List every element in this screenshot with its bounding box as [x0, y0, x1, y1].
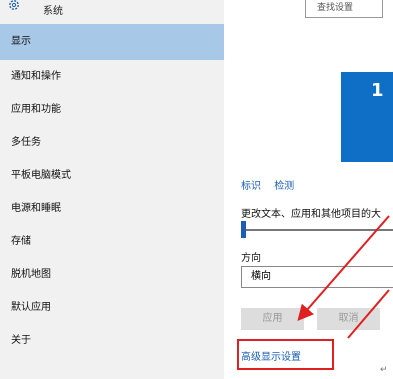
- monitor-links: 标识 检测: [241, 177, 304, 192]
- sidebar-item-tablet-mode[interactable]: 平板电脑模式: [0, 159, 224, 192]
- cancel-button[interactable]: 取消: [317, 308, 380, 330]
- monitor-number: 1: [371, 80, 384, 101]
- sidebar-item-notifications[interactable]: 通知和操作: [0, 60, 224, 93]
- sidebar-item-default-apps[interactable]: 默认应用: [0, 291, 224, 324]
- apply-button[interactable]: 应用: [241, 308, 304, 330]
- sidebar-menu: 显示 通知和操作 应用和功能 多任务 平板电脑模式 电源和睡眠 存储 脱机地图 …: [0, 24, 224, 357]
- sidebar-item-multitasking[interactable]: 多任务: [0, 126, 224, 159]
- identify-link[interactable]: 标识: [241, 181, 261, 192]
- scale-label: 更改文本、应用和其他项目的大: [241, 209, 381, 220]
- paragraph-mark: ↵: [380, 365, 388, 375]
- detect-link[interactable]: 检测: [274, 181, 294, 192]
- sidebar-item-storage[interactable]: 存储: [0, 225, 224, 258]
- sidebar-item-apps-features[interactable]: 应用和功能: [0, 93, 224, 126]
- display-settings-panel: 查找设置 1 标识 检测 更改文本、应用和其他项目的大 方向 横向 应用 取消 …: [224, 0, 393, 379]
- sidebar-item-power-sleep[interactable]: 电源和睡眠: [0, 192, 224, 225]
- orientation-label: 方向: [241, 253, 261, 264]
- advanced-display-settings-link[interactable]: 高级显示设置: [241, 348, 301, 363]
- sidebar-item-offline-maps[interactable]: 脱机地图: [0, 258, 224, 291]
- gear-icon: [9, 0, 19, 10]
- sidebar: 系统 显示 通知和操作 应用和功能 多任务 平板电脑模式 电源和睡眠 存储 脱机…: [0, 0, 224, 379]
- sidebar-item-display[interactable]: 显示: [0, 24, 224, 60]
- settings-title: 系统: [43, 6, 63, 17]
- orientation-dropdown[interactable]: 横向: [241, 266, 393, 288]
- scale-slider-track[interactable]: [241, 229, 393, 231]
- sidebar-item-about[interactable]: 关于: [0, 324, 224, 357]
- sidebar-header: 系统: [0, 0, 224, 22]
- search-input[interactable]: 查找设置: [305, 0, 383, 18]
- monitor-preview[interactable]: 1: [341, 72, 393, 162]
- scale-slider-thumb[interactable]: [241, 221, 246, 238]
